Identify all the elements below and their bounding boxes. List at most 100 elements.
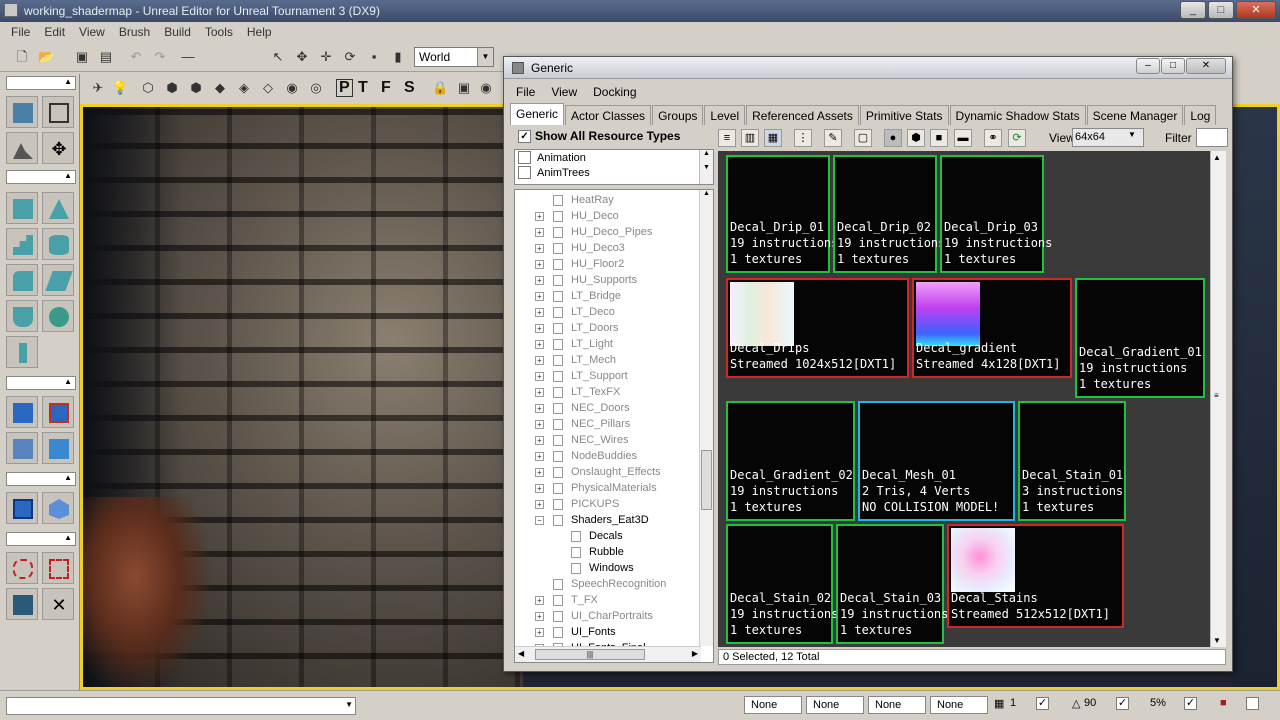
panel-collapse-2[interactable] — [6, 170, 76, 184]
mode-perspective-button[interactable]: P — [336, 79, 353, 97]
select-invert-icon[interactable] — [6, 588, 38, 620]
expand-icon[interactable]: + — [535, 340, 544, 349]
lit-cube-icon[interactable]: ◆ — [212, 80, 228, 96]
light-complexity-icon[interactable]: ◇ — [260, 80, 276, 96]
tree-item[interactable]: + HU_Floor2 — [515, 256, 701, 272]
tree-item[interactable]: + NEC_Pillars — [515, 416, 701, 432]
curved-stairs-brush-icon[interactable] — [6, 264, 38, 296]
asset-tile[interactable]: Decal_Stain_02 19 instructions 1 textures — [726, 524, 838, 644]
asset-tile[interactable]: Decal_Drip_01 19 instructions 1 textures — [726, 155, 838, 273]
search-usage-icon[interactable]: ✎ — [824, 129, 842, 147]
expand-icon[interactable]: + — [535, 372, 544, 381]
command-input[interactable]: ▼ — [6, 697, 356, 715]
scale-snap-checkbox[interactable]: ✓ — [1184, 697, 1197, 710]
wireframe-cube-icon[interactable]: ⬡ — [140, 80, 156, 96]
expand-icon[interactable]: + — [535, 324, 544, 333]
asset-tile[interactable]: Decal_Gradient_01 19 instructions 1 textur… — [1075, 278, 1205, 398]
tree-item[interactable]: + NodeBuddies — [515, 448, 701, 464]
tab-dynamic-shadow-stats[interactable]: Dynamic Shadow Stats — [949, 105, 1086, 125]
resource-type-checkbox[interactable] — [518, 151, 531, 164]
expand-icon[interactable]: + — [535, 612, 544, 621]
select-arrow-icon[interactable]: ↖ — [270, 49, 286, 65]
panel-collapse-3[interactable] — [6, 376, 76, 390]
tree-item[interactable]: + NEC_Wires — [515, 432, 701, 448]
sphere-brush-icon[interactable] — [42, 300, 74, 332]
cylinder-preview-icon[interactable]: ⬢ — [907, 129, 925, 147]
tree-item[interactable]: + LT_Bridge — [515, 288, 701, 304]
resource-type-scrollbar[interactable]: ▲ ▼ — [699, 150, 713, 184]
menu-file[interactable]: File — [4, 22, 37, 42]
light-icon[interactable]: 💡 — [112, 80, 128, 96]
binoculars-icon[interactable]: ⚭ — [984, 129, 1002, 147]
chevron-down-icon[interactable]: ▼ — [345, 700, 353, 709]
expand-icon[interactable]: + — [535, 292, 544, 301]
resource-type-checkbox[interactable] — [518, 166, 531, 179]
tab-actor-classes[interactable]: Actor Classes — [565, 105, 652, 125]
camera-mode-button[interactable] — [6, 96, 38, 128]
tree-item[interactable]: + LT_Deco — [515, 304, 701, 320]
save-all-icon[interactable]: ▤ — [98, 49, 114, 65]
shader-complexity-icon[interactable]: ◎ — [308, 80, 324, 96]
tab-generic[interactable]: Generic — [510, 103, 565, 125]
save-icon[interactable]: ▣ — [74, 49, 90, 65]
chevron-down-icon[interactable]: ▼ — [1128, 130, 1142, 139]
grid-snap-checkbox[interactable]: ✓ — [1036, 697, 1049, 710]
tab-groups[interactable]: Groups — [652, 105, 704, 125]
chevron-down-icon[interactable]: ▼ — [477, 48, 493, 66]
asset-grid-scrollbar[interactable]: ▲ ≡ ▼ — [1210, 151, 1226, 647]
cylinder-brush-icon[interactable] — [42, 228, 74, 260]
mode-front-button[interactable]: F — [381, 79, 391, 97]
csg-add-icon[interactable] — [6, 396, 38, 428]
menu-help[interactable]: Help — [240, 22, 279, 42]
tree-item[interactable]: + HU_Deco3 — [515, 240, 701, 256]
tree-item[interactable]: + LT_Light — [515, 336, 701, 352]
terrain-mode-button[interactable] — [6, 132, 38, 164]
sheet-brush-icon[interactable] — [42, 264, 74, 296]
thumbnail-view-icon[interactable]: ▦ — [764, 129, 782, 147]
stairs-brush-icon[interactable] — [6, 228, 38, 260]
expand-icon[interactable]: + — [535, 468, 544, 477]
list-view-icon[interactable]: ≡ — [718, 129, 736, 147]
expand-icon[interactable]: + — [535, 420, 544, 429]
menu-brush[interactable]: Brush — [112, 22, 157, 42]
move-icon[interactable]: ✛ — [318, 49, 334, 65]
nonuniform-scale-icon[interactable]: ▮ — [390, 49, 406, 65]
tree-item[interactable]: + HU_Supports — [515, 272, 701, 288]
tree-horizontal-scrollbar[interactable]: ◀ ||| ▶ — [515, 646, 701, 662]
add-special-icon[interactable] — [42, 492, 74, 524]
minimize-icon[interactable]: – — [1136, 58, 1160, 74]
add-volume-icon[interactable] — [6, 492, 38, 524]
lighting-only-icon[interactable]: ◈ — [236, 80, 252, 96]
tree-item[interactable]: + LT_Mech — [515, 352, 701, 368]
resource-type-item[interactable]: AnimTrees — [515, 165, 713, 180]
asset-tile[interactable]: Decal_Stain_03 19 instructions 1 textures — [836, 524, 948, 644]
tree-item[interactable]: + UI_Fonts — [515, 624, 701, 640]
drag-grid-icon[interactable]: ■ — [1220, 697, 1227, 709]
tree-item[interactable]: Rubble — [515, 544, 701, 560]
hide-selected-icon[interactable] — [42, 552, 74, 584]
generic-menu-file[interactable]: File — [508, 82, 543, 102]
maximize-icon[interactable]: □ — [1161, 58, 1185, 74]
asset-tile[interactable]: Decal_Mesh_01 2 Tris, 4 Verts NO COLLISION… — [858, 401, 1015, 521]
tree-item[interactable]: SpeechRecognition — [515, 576, 701, 592]
move-mode-button[interactable]: ✥ — [42, 132, 74, 164]
expand-icon[interactable]: + — [535, 500, 544, 509]
tree-vertical-scrollbar[interactable]: ▲ — [699, 190, 713, 646]
realtime-icon[interactable]: ▣ — [456, 80, 472, 96]
expand-icon[interactable]: + — [535, 628, 544, 637]
game-view-icon[interactable]: ◉ — [478, 80, 494, 96]
grid-view-icon[interactable]: ⋮ — [794, 129, 812, 147]
sphere-preview-icon[interactable]: ● — [884, 129, 902, 147]
rotate-icon[interactable]: ⟳ — [342, 49, 358, 65]
expand-icon[interactable]: + — [535, 276, 544, 285]
mode-top-button[interactable]: T — [358, 79, 368, 97]
menu-tools[interactable]: Tools — [198, 22, 240, 42]
unlit-cube-icon[interactable]: ⬢ — [188, 80, 204, 96]
translate-icon[interactable]: ✥ — [294, 49, 310, 65]
scroll-down-icon[interactable]: ▼ — [1213, 636, 1221, 645]
expand-icon[interactable]: + — [535, 244, 544, 253]
csg-subtract-icon[interactable] — [42, 396, 74, 428]
tree-item[interactable]: + PICKUPS — [515, 496, 701, 512]
expand-icon[interactable]: + — [535, 212, 544, 221]
expand-icon[interactable]: + — [535, 596, 544, 605]
